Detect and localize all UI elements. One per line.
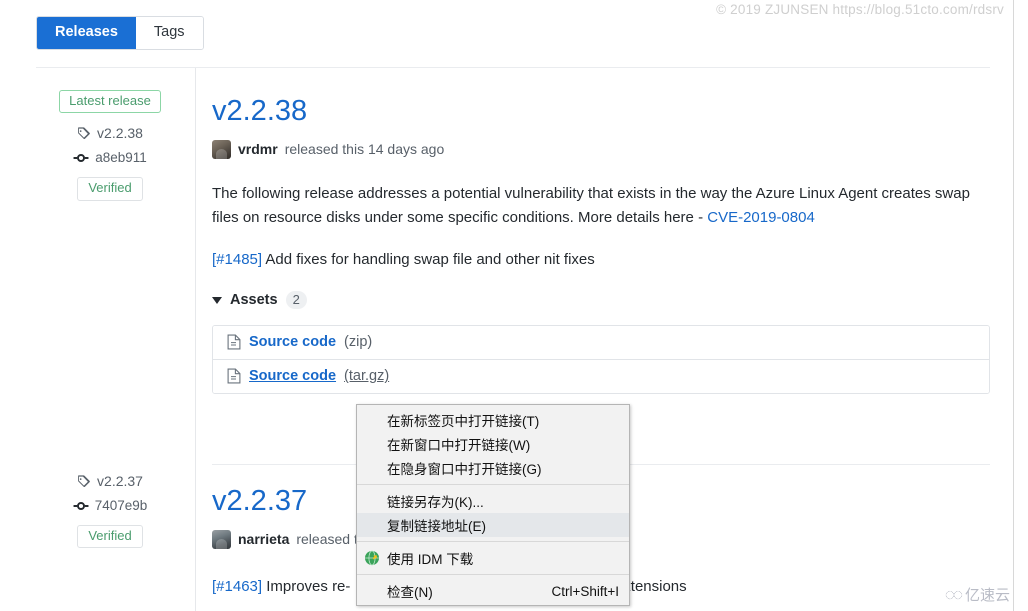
release-tag-label: v2.2.38 [97,125,143,142]
tag-icon [77,474,91,488]
release-author-link[interactable]: narrieta [238,531,289,547]
chevron-down-icon [212,296,222,304]
cve-link[interactable]: CVE-2019-0804 [707,209,815,226]
commit-icon [73,500,89,512]
menu-separator [357,574,629,575]
issue-text: Add fixes for handling swap file and oth… [262,251,595,269]
menu-item-label: 在新标签页中打开链接(T) [387,414,540,429]
file-icon [227,368,241,384]
tab-releases[interactable]: Releases [37,17,136,49]
issue-text: Improves re- [262,577,351,595]
sidebar-divider [195,68,196,611]
context-menu[interactable]: 在新标签页中打开链接(T) 在新窗口中打开链接(W) 在隐身窗口中打开链接(G)… [356,404,630,606]
assets-section: Assets 2 Source code (zip) Source code ( [212,290,990,395]
avatar[interactable] [212,139,231,159]
release-tag-row[interactable]: v2.2.38 [30,125,190,141]
menu-item-open-in-new-tab[interactable]: 在新标签页中打开链接(T) [357,408,629,432]
assets-list: Source code (zip) Source code (tar.gz) [212,325,990,395]
asset-ext-label: (tar.gz) [344,368,390,385]
watermark-bottom-right: ◌◌ 亿速云 [945,584,1010,605]
asset-name-label: Source code [249,368,337,385]
menu-separator [357,541,629,542]
scrollbar-gutter[interactable] [1014,0,1028,611]
cloud-logo-icon: ◌◌ [944,584,963,604]
avatar[interactable] [212,529,231,549]
asset-ext-label: (zip) [344,334,373,351]
menu-item-label: 复制链接地址(E) [387,519,486,534]
release-commit-label: 7407e9b [94,498,148,513]
menu-item-label: 使用 IDM 下载 [387,552,474,567]
release-byline-text: released this 14 days ago [284,141,445,158]
commit-icon [73,152,89,164]
release-title-link[interactable]: v2.2.37 [212,485,307,518]
menu-separator [357,484,629,485]
menu-item-label: 在隐身窗口中打开链接(G) [387,462,542,477]
verified-badge[interactable]: Verified [77,177,143,201]
release-byline: vrdmr released this 14 days ago [212,139,990,159]
watermark-bottom-label: 亿速云 [964,587,1010,604]
issue-link[interactable]: [#1485] [212,251,262,268]
menu-item-label: 在新窗口中打开链接(W) [387,438,531,453]
menu-item-shortcut: Ctrl+Shift+I [551,583,619,599]
release-commit-row[interactable]: a8eb911 [30,150,190,165]
release-meta-v2-2-37: v2.2.37 7407e9b Verified [30,473,190,549]
assets-toggle[interactable]: Assets 2 [212,290,307,310]
release-meta-v2-2-38: Latest release v2.2.38 a8eb911 Verified [30,90,190,201]
release-description-paragraph: The following release addresses a potent… [212,182,990,231]
asset-name-label: Source code [249,334,337,351]
menu-item-label: 检查(N) [387,585,433,600]
release-title-link[interactable]: v2.2.38 [212,95,307,128]
release-entry-v2-2-38: v2.2.38 vrdmr released this 14 days ago … [212,95,990,395]
release-commit-row[interactable]: 7407e9b [30,498,190,513]
asset-row-zip[interactable]: Source code (zip) [213,326,989,360]
assets-count-badge: 2 [285,290,307,310]
idm-icon [364,550,380,566]
release-description-text: The following release addresses a potent… [212,184,970,227]
menu-item-open-in-new-window[interactable]: 在新窗口中打开链接(W) [357,432,629,456]
release-body: The following release addresses a potent… [212,182,990,273]
watermark-top-right: © 2019 ZJUNSEN https://blog.51cto.com/rd… [716,2,1004,17]
page-root: © 2019 ZJUNSEN https://blog.51cto.com/rd… [0,0,1028,611]
releases-tags-tab-group[interactable]: Releases Tags [36,16,204,50]
menu-item-open-in-incognito-window[interactable]: 在隐身窗口中打开链接(G) [357,456,629,480]
verified-badge[interactable]: Verified [77,525,143,549]
assets-label: Assets [230,292,278,309]
release-author-link[interactable]: vrdmr [238,141,278,157]
release-issue-paragraph: [#1485] Add fixes for handling swap file… [212,248,990,272]
menu-item-save-link-as[interactable]: 链接另存为(K)... [357,489,629,513]
header-divider [36,67,990,68]
release-tag-row[interactable]: v2.2.37 [30,473,190,489]
tag-icon [77,126,91,140]
menu-item-label: 链接另存为(K)... [387,495,484,510]
release-tag-label: v2.2.37 [97,473,143,489]
asset-row-targz[interactable]: Source code (tar.gz) [213,359,989,394]
menu-item-inspect[interactable]: 检查(N) Ctrl+Shift+I [357,579,629,603]
file-icon [227,334,241,350]
menu-item-download-with-idm[interactable]: 使用 IDM 下载 [357,546,629,570]
latest-release-badge: Latest release [59,90,161,114]
issue-link[interactable]: [#1463] [212,578,262,595]
release-commit-label: a8eb911 [95,150,147,166]
menu-item-copy-link-address[interactable]: 复制链接地址(E) [357,513,629,537]
tab-tags[interactable]: Tags [135,17,203,49]
